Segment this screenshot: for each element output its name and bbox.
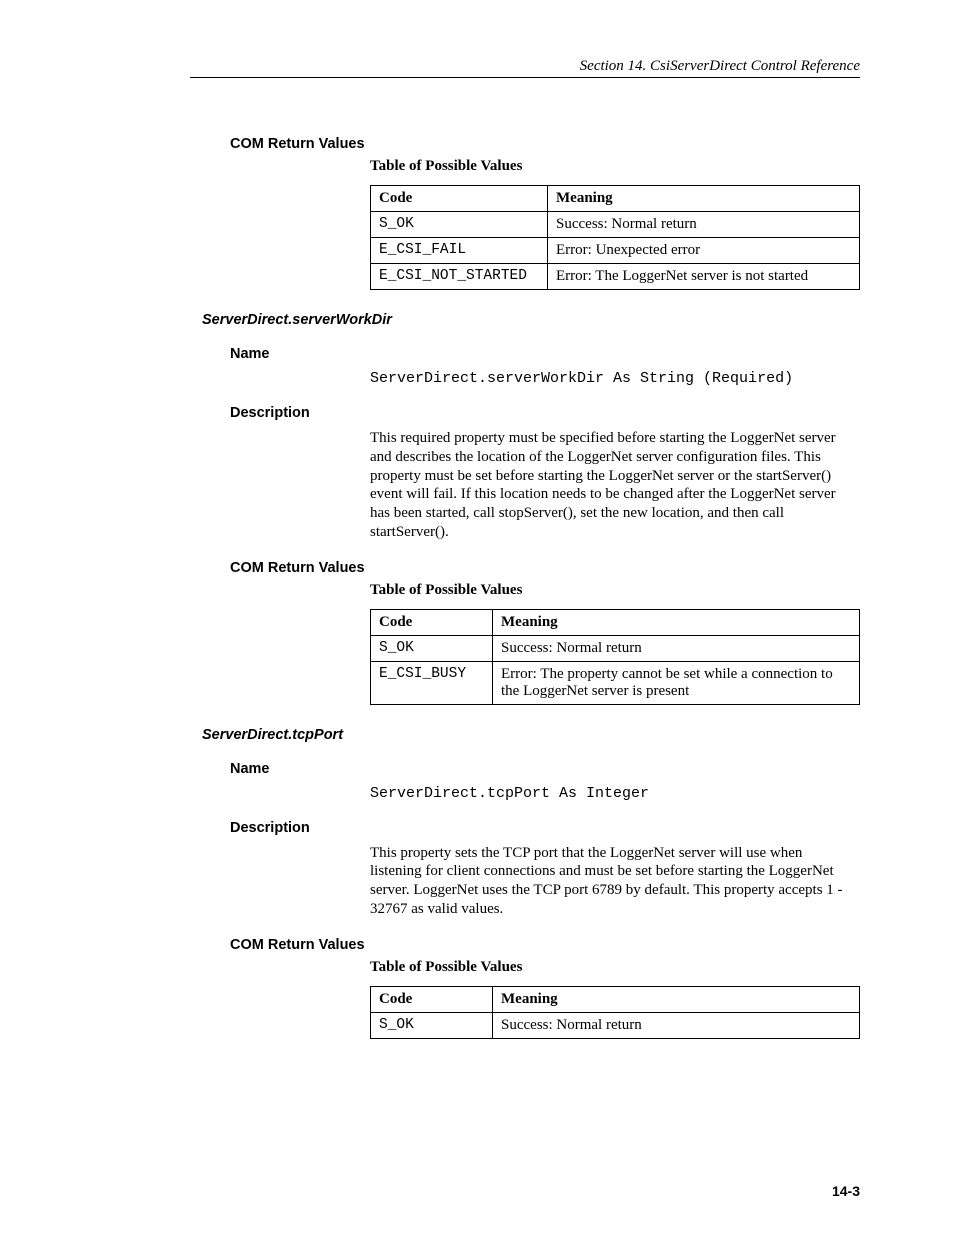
heading-com-return-values-2: COM Return Values: [230, 560, 864, 576]
col-meaning: Meaning: [548, 186, 860, 212]
heading-serverworkdir: ServerDirect.serverWorkDir: [202, 312, 864, 328]
col-meaning: Meaning: [493, 986, 860, 1012]
label-description-1: Description: [230, 405, 864, 421]
code-tcpport: ServerDirect.tcpPort As Integer: [370, 785, 864, 802]
table-row: E_CSI_BUSY Error: The property cannot be…: [371, 661, 860, 704]
col-code: Code: [371, 186, 548, 212]
table-caption-1: Table of Possible Values: [370, 158, 864, 175]
heading-com-return-values-1: COM Return Values: [230, 136, 864, 152]
heading-tcpport: ServerDirect.tcpPort: [202, 727, 864, 743]
cell-meaning: Error: Unexpected error: [548, 238, 860, 264]
table-row: E_CSI_FAIL Error: Unexpected error: [371, 238, 860, 264]
table-3: Code Meaning S_OK Success: Normal return: [370, 986, 860, 1039]
desc-tcpport: This property sets the TCP port that the…: [370, 844, 854, 919]
page-header: Section 14. CsiServerDirect Control Refe…: [190, 58, 860, 78]
label-description-2: Description: [230, 820, 864, 836]
table-row: E_CSI_NOT_STARTED Error: The LoggerNet s…: [371, 264, 860, 290]
cell-meaning: Success: Normal return: [493, 635, 860, 661]
cell-code: S_OK: [371, 635, 493, 661]
cell-code: S_OK: [371, 212, 548, 238]
col-code: Code: [371, 986, 493, 1012]
heading-com-return-values-3: COM Return Values: [230, 937, 864, 953]
desc-serverworkdir: This required property must be specified…: [370, 429, 854, 542]
cell-code: E_CSI_NOT_STARTED: [371, 264, 548, 290]
cell-code: E_CSI_FAIL: [371, 238, 548, 264]
table-row: S_OK Success: Normal return: [371, 212, 860, 238]
label-name-1: Name: [230, 346, 864, 362]
cell-meaning: Error: The LoggerNet server is not start…: [548, 264, 860, 290]
label-name-2: Name: [230, 761, 864, 777]
table-row: S_OK Success: Normal return: [371, 635, 860, 661]
cell-meaning: Error: The property cannot be set while …: [493, 661, 860, 704]
table-caption-2: Table of Possible Values: [370, 582, 864, 599]
col-meaning: Meaning: [493, 609, 860, 635]
code-serverworkdir: ServerDirect.serverWorkDir As String (Re…: [370, 370, 864, 387]
table-caption-3: Table of Possible Values: [370, 959, 864, 976]
table-2: Code Meaning S_OK Success: Normal return…: [370, 609, 860, 705]
page-number: 14-3: [832, 1183, 860, 1199]
cell-meaning: Success: Normal return: [548, 212, 860, 238]
cell-code: S_OK: [371, 1012, 493, 1038]
cell-code: E_CSI_BUSY: [371, 661, 493, 704]
cell-meaning: Success: Normal return: [493, 1012, 860, 1038]
table-1: Code Meaning S_OK Success: Normal return…: [370, 185, 860, 290]
table-row: S_OK Success: Normal return: [371, 1012, 860, 1038]
table-header-row: Code Meaning: [371, 986, 860, 1012]
table-header-row: Code Meaning: [371, 186, 860, 212]
table-header-row: Code Meaning: [371, 609, 860, 635]
col-code: Code: [371, 609, 493, 635]
